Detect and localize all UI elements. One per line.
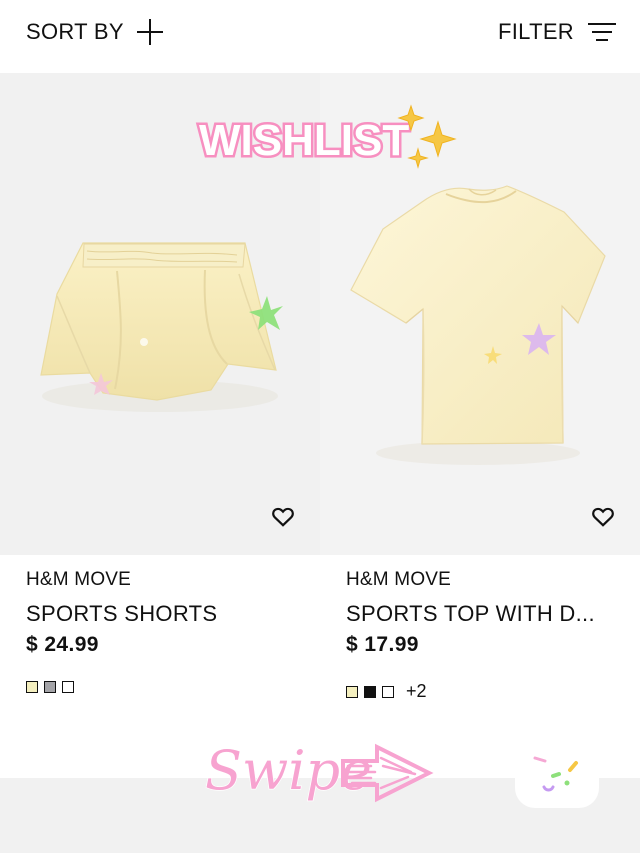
product-card-sports-top[interactable]: H&M MOVE SPORTS TOP WITH D... $ 17.99 +2 bbox=[320, 73, 640, 705]
top-toolbar: SORT BY FILTER bbox=[0, 0, 640, 72]
product-price: $ 24.99 bbox=[26, 633, 99, 656]
sports-shorts-image bbox=[40, 242, 283, 412]
swatch-white[interactable] bbox=[62, 681, 74, 693]
filter-button[interactable]: FILTER bbox=[498, 16, 616, 48]
color-swatches bbox=[26, 681, 294, 693]
swatch-cream[interactable] bbox=[346, 685, 358, 698]
product-brand: H&M MOVE bbox=[26, 569, 132, 590]
heart-icon[interactable] bbox=[270, 503, 296, 529]
swatch-black[interactable] bbox=[364, 685, 376, 698]
product-info: H&M MOVE SPORTS TOP WITH D... $ 17.99 +2 bbox=[320, 555, 640, 705]
heart-icon[interactable] bbox=[590, 503, 616, 529]
product-price: $ 17.99 bbox=[346, 633, 419, 656]
product-card-sports-shorts[interactable]: H&M MOVE SPORTS SHORTS $ 24.99 bbox=[0, 73, 320, 705]
swatch-white[interactable] bbox=[382, 685, 394, 698]
sort-by-button[interactable]: SORT BY bbox=[26, 16, 164, 48]
next-row-preview bbox=[0, 778, 640, 853]
filter-icon bbox=[588, 21, 616, 43]
product-title[interactable]: SPORTS TOP WITH D... bbox=[346, 601, 614, 627]
product-info: H&M MOVE SPORTS SHORTS $ 24.99 bbox=[0, 555, 320, 705]
filter-label: FILTER bbox=[498, 19, 574, 44]
product-brand: H&M MOVE bbox=[346, 569, 452, 590]
sort-by-label: SORT BY bbox=[26, 19, 124, 44]
sports-top-image bbox=[350, 185, 606, 465]
product-image-area bbox=[0, 73, 320, 555]
swatch-gray[interactable] bbox=[44, 681, 56, 693]
more-colors-count[interactable]: +2 bbox=[406, 681, 427, 702]
product-title[interactable]: SPORTS SHORTS bbox=[26, 601, 294, 627]
swatch-cream[interactable] bbox=[26, 681, 38, 693]
plus-icon bbox=[136, 18, 164, 46]
product-image-area bbox=[320, 73, 640, 555]
color-swatches: +2 bbox=[346, 681, 614, 702]
